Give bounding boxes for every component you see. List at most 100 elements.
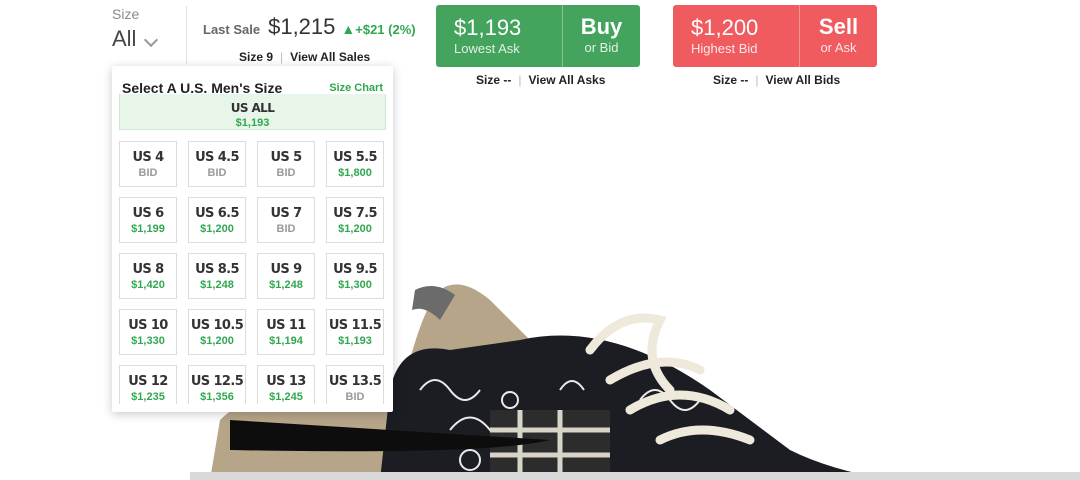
size-chart-link[interactable]: Size Chart bbox=[329, 82, 383, 94]
size-option-price: $1,300 bbox=[338, 279, 372, 291]
size-option[interactable]: US 7 BID bbox=[257, 197, 315, 243]
size-option[interactable]: US 5.5 $1,800 bbox=[326, 141, 384, 187]
size-option[interactable]: US 4.5 BID bbox=[188, 141, 246, 187]
last-sale-price: $1,215 bbox=[268, 14, 336, 39]
buy-button[interactable]: $1,193 Lowest Ask Buy or Bid bbox=[436, 5, 640, 67]
size-option-price: $1,420 bbox=[131, 279, 165, 291]
highest-bid-label: Highest Bid bbox=[691, 41, 758, 56]
size-option[interactable]: US 9 $1,248 bbox=[257, 253, 315, 299]
size-option-label: US 6 bbox=[132, 206, 164, 221]
size-option[interactable]: US 8.5 $1,248 bbox=[188, 253, 246, 299]
size-option[interactable]: US 5 BID bbox=[257, 141, 315, 187]
separator: | bbox=[755, 73, 759, 87]
size-option[interactable]: US 13 $1,245 bbox=[257, 365, 315, 404]
size-option-label: US 5.5 bbox=[333, 150, 377, 165]
last-sale-size: Size 9 bbox=[239, 50, 274, 64]
ask-links: Size -- | View All Asks bbox=[476, 73, 605, 87]
size-option-price: $1,194 bbox=[269, 335, 303, 347]
last-sale-change-value: +$21 (2%) bbox=[355, 22, 416, 37]
size-option[interactable]: US 10 $1,330 bbox=[119, 309, 177, 355]
size-option-price: $1,800 bbox=[338, 167, 372, 179]
size-option-label: US 8 bbox=[132, 262, 164, 277]
size-option-price: $1,200 bbox=[200, 335, 234, 347]
size-value: All bbox=[112, 26, 137, 51]
size-option-price: $1,200 bbox=[200, 223, 234, 235]
or-ask-label: or Ask bbox=[820, 40, 857, 55]
bid-size: Size -- bbox=[713, 73, 749, 87]
buy-label: Buy bbox=[580, 14, 623, 39]
size-option-price: $1,235 bbox=[131, 391, 165, 403]
chevron-down-icon bbox=[144, 32, 159, 48]
size-option[interactable]: US 8 $1,420 bbox=[119, 253, 177, 299]
size-option-price: $1,200 bbox=[338, 223, 372, 235]
size-option-label: US 9 bbox=[270, 262, 302, 277]
size-grid: US 4 BID US 4.5 BID US 5 BID US 5.5 $1,800 US 6 $… bbox=[112, 134, 393, 404]
view-all-bids-link[interactable]: View All Bids bbox=[765, 73, 840, 87]
size-option-label: US ALL bbox=[230, 101, 275, 115]
size-option-label: US 9.5 bbox=[333, 262, 377, 277]
size-option-label: US 11.5 bbox=[328, 318, 382, 333]
size-option[interactable]: US 6.5 $1,200 bbox=[188, 197, 246, 243]
size-option-label: US 7.5 bbox=[333, 206, 377, 221]
size-option-price: $1,330 bbox=[131, 335, 165, 347]
size-option-label: US 8.5 bbox=[195, 262, 239, 277]
size-option[interactable]: US 7.5 $1,200 bbox=[326, 197, 384, 243]
bid-links: Size -- | View All Bids bbox=[713, 73, 840, 87]
size-option-label: US 13 bbox=[266, 374, 306, 389]
size-option[interactable]: US 11.5 $1,193 bbox=[326, 309, 384, 355]
size-option-label: US 7 bbox=[270, 206, 302, 221]
size-option[interactable]: US 12 $1,235 bbox=[119, 365, 177, 404]
size-option-price: BID bbox=[207, 167, 227, 179]
size-option[interactable]: US 13.5 BID bbox=[326, 365, 384, 404]
size-label: Size bbox=[112, 6, 140, 22]
separator: | bbox=[280, 50, 284, 64]
size-option-price: $1,248 bbox=[269, 279, 303, 291]
size-option[interactable]: US 12.5 $1,356 bbox=[188, 365, 246, 404]
size-option-label: US 12 bbox=[128, 374, 168, 389]
size-selector[interactable]: Size All bbox=[112, 6, 159, 52]
arrow-up-icon: ▲ bbox=[341, 21, 356, 37]
size-option-label: US 10.5 bbox=[190, 318, 244, 333]
view-all-sales-link[interactable]: View All Sales bbox=[290, 50, 370, 64]
size-option-label: US 5 bbox=[270, 150, 302, 165]
size-option-price: BID bbox=[276, 167, 296, 179]
size-option-label: US 6.5 bbox=[195, 206, 239, 221]
size-option-label: US 4 bbox=[132, 150, 164, 165]
last-sale: Last Sale $1,215 ▲+$21 (2%) bbox=[203, 14, 416, 40]
view-all-asks-link[interactable]: View All Asks bbox=[528, 73, 605, 87]
size-option-label: US 13.5 bbox=[328, 374, 382, 389]
size-option-price: $1,199 bbox=[131, 223, 165, 235]
size-dropdown-toggle[interactable]: All bbox=[112, 26, 159, 52]
size-option-price: $1,248 bbox=[200, 279, 234, 291]
size-option-label: US 4.5 bbox=[195, 150, 239, 165]
size-list[interactable]: US ALL $1,193 US 4 BID US 4.5 BID US 5 BID US … bbox=[112, 94, 393, 404]
ask-size: Size -- bbox=[476, 73, 512, 87]
size-option[interactable]: US 6 $1,199 bbox=[119, 197, 177, 243]
divider bbox=[186, 6, 187, 64]
size-option-label: US 11 bbox=[266, 318, 306, 333]
last-sale-change: ▲+$21 (2%) bbox=[341, 21, 415, 37]
size-option-label: US 12.5 bbox=[190, 374, 244, 389]
sell-button[interactable]: $1,200 Highest Bid Sell or Ask bbox=[673, 5, 877, 67]
size-option-price: $1,193 bbox=[338, 335, 372, 347]
size-option-price: BID bbox=[345, 391, 365, 403]
size-option[interactable]: US 9.5 $1,300 bbox=[326, 253, 384, 299]
size-option-all[interactable]: US ALL $1,193 bbox=[119, 94, 386, 130]
size-option-price: $1,245 bbox=[269, 391, 303, 403]
size-option-price: BID bbox=[276, 223, 296, 235]
last-sale-label: Last Sale bbox=[203, 22, 261, 37]
sell-label: Sell bbox=[818, 14, 859, 39]
lowest-ask-label: Lowest Ask bbox=[454, 41, 520, 56]
size-option-label: US 10 bbox=[128, 318, 168, 333]
size-dropdown-menu: Select A U.S. Men's Size Size Chart US A… bbox=[112, 66, 393, 412]
or-bid-label: or Bid bbox=[584, 40, 619, 55]
size-option[interactable]: US 11 $1,194 bbox=[257, 309, 315, 355]
size-option-price: BID bbox=[138, 167, 158, 179]
size-option-price: $1,193 bbox=[235, 117, 270, 129]
separator: | bbox=[518, 73, 522, 87]
highest-bid-price: $1,200 bbox=[691, 15, 759, 40]
last-sale-links: Size 9 | View All Sales bbox=[239, 50, 370, 64]
size-option[interactable]: US 4 BID bbox=[119, 141, 177, 187]
size-option[interactable]: US 10.5 $1,200 bbox=[188, 309, 246, 355]
lowest-ask-price: $1,193 bbox=[454, 15, 522, 40]
